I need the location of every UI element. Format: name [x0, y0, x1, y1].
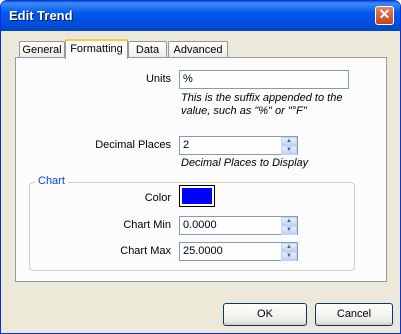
spin-up-icon[interactable]: ▲: [281, 137, 297, 146]
spin-down-icon[interactable]: ▼: [281, 146, 297, 155]
chart-max-spinner[interactable]: ▲ ▼: [281, 243, 297, 261]
units-input[interactable]: %: [179, 70, 349, 89]
decimal-places-input[interactable]: 2 ▲ ▼: [179, 136, 298, 155]
chart-min-spinner[interactable]: ▲ ▼: [281, 217, 297, 235]
tab-data[interactable]: Data: [128, 41, 167, 58]
close-icon: ✕: [378, 6, 391, 22]
spin-down-icon[interactable]: ▼: [281, 226, 297, 235]
chart-group-title: Chart: [35, 175, 68, 187]
decimal-places-spinner[interactable]: ▲ ▼: [281, 137, 297, 155]
title-bar[interactable]: Edit Trend ✕: [1, 1, 400, 31]
decimal-places-value: 2: [183, 139, 190, 151]
spin-down-icon[interactable]: ▼: [281, 252, 297, 261]
ok-button[interactable]: OK: [223, 303, 307, 326]
edit-trend-dialog: Edit Trend ✕ General Formatting Data Adv…: [0, 0, 401, 334]
decimal-places-hint: Decimal Places to Display: [181, 157, 309, 169]
chart-min-input[interactable]: 0.0000 ▲ ▼: [179, 216, 298, 235]
color-picker-button[interactable]: [179, 185, 215, 207]
units-hint-line2: value, such as "%" or "°F": [181, 105, 307, 117]
chart-max-input[interactable]: 25.0000 ▲ ▼: [179, 242, 298, 261]
color-label: Color: [144, 192, 171, 204]
chart-min-value: 0.0000: [183, 219, 217, 231]
spin-up-icon[interactable]: ▲: [281, 243, 297, 252]
color-swatch-fill: [182, 188, 212, 204]
chart-max-value: 25.0000: [183, 245, 223, 257]
units-label: Units: [145, 73, 171, 85]
spin-up-icon[interactable]: ▲: [281, 217, 297, 226]
chart-min-label: Chart Min: [123, 219, 171, 231]
tab-general[interactable]: General: [19, 41, 65, 58]
tab-advanced[interactable]: Advanced: [168, 41, 228, 58]
window-title: Edit Trend: [9, 8, 73, 23]
units-hint-line1: This is the suffix appended to the: [181, 92, 343, 104]
close-button[interactable]: ✕: [375, 6, 394, 25]
cancel-button[interactable]: Cancel: [315, 303, 393, 326]
tab-formatting[interactable]: Formatting: [65, 39, 128, 59]
chart-max-label: Chart Max: [120, 245, 171, 257]
decimal-places-label: Decimal Places: [95, 139, 171, 151]
